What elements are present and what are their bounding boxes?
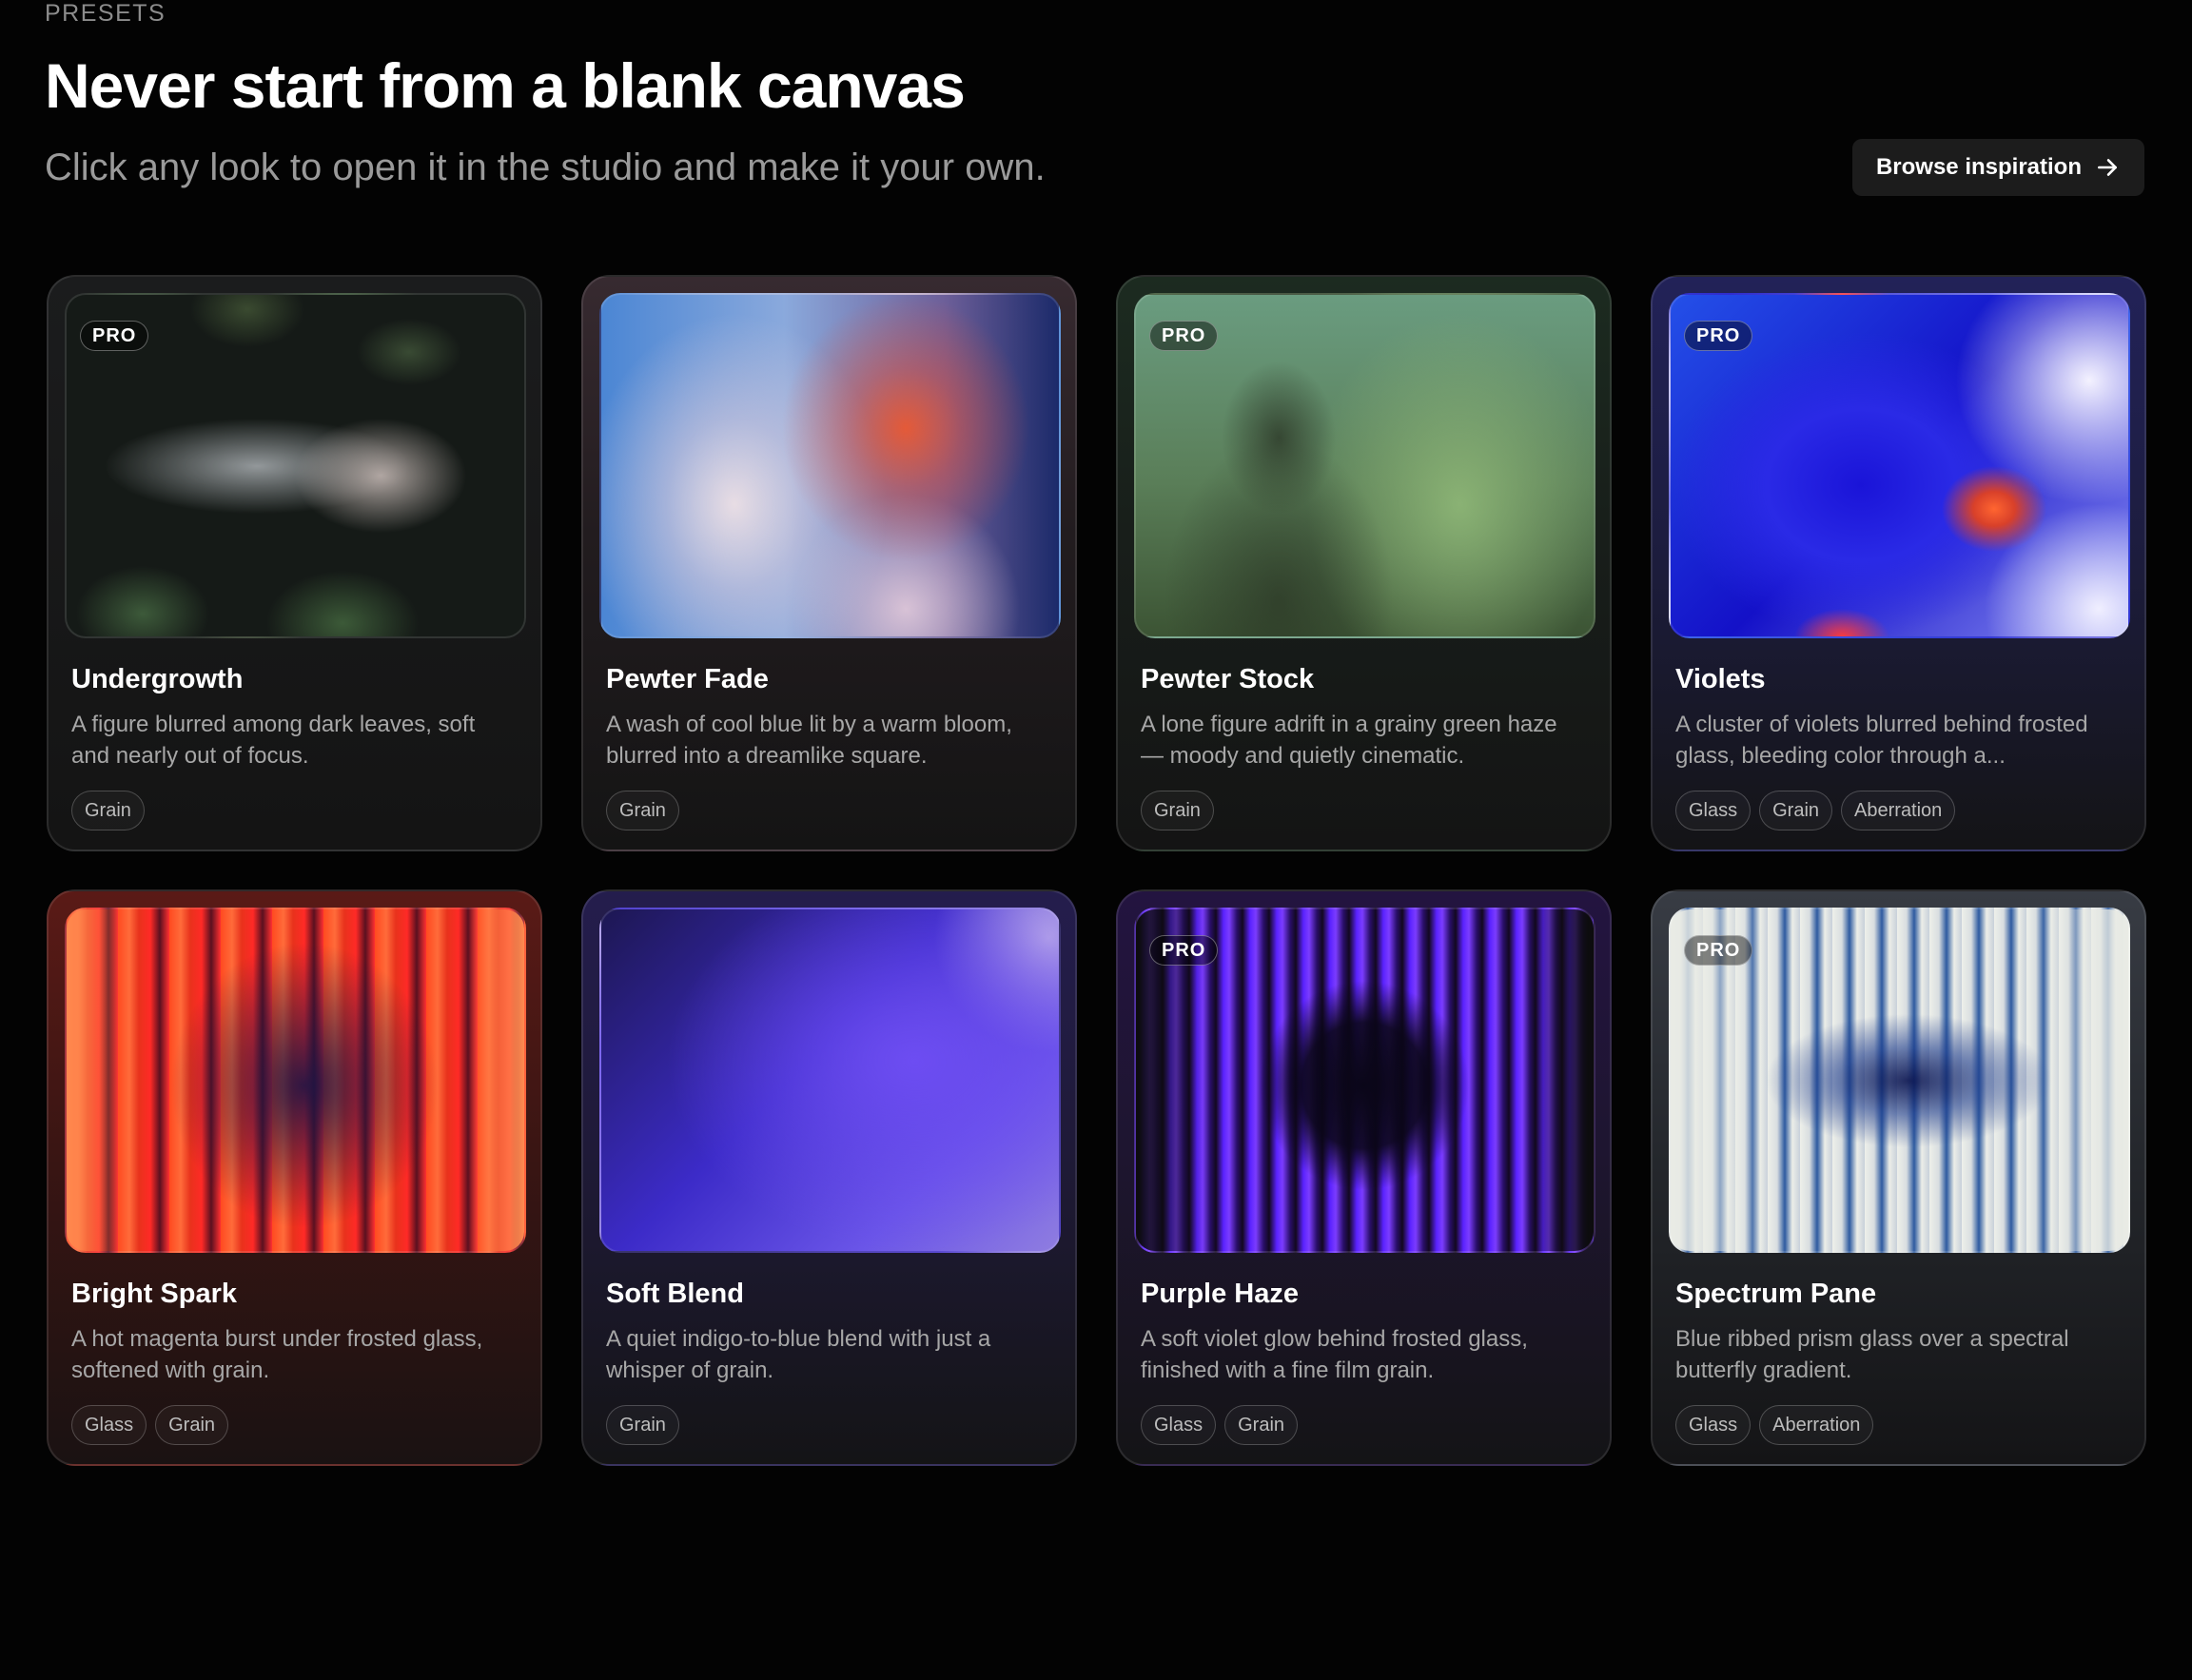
preset-title: Pewter Fade bbox=[606, 664, 769, 694]
preset-title: Spectrum Pane bbox=[1675, 1279, 1877, 1309]
preset-thumbnail bbox=[599, 908, 1061, 1253]
preset-description: A figure blurred among dark leaves, soft… bbox=[71, 712, 476, 769]
arrow-right-icon bbox=[2098, 159, 2117, 176]
preset-thumbnail: PRO bbox=[65, 293, 526, 638]
preset-card-spectrum-pane[interactable]: PRO Spectrum Pane Blue ribbed prism glas… bbox=[1651, 889, 2146, 1466]
preset-title: Undergrowth bbox=[71, 664, 244, 694]
pro-badge: PRO bbox=[1149, 321, 1219, 351]
preset-description: A quiet indigo-to-blue blend with just a… bbox=[606, 1326, 991, 1383]
preset-tags: Glass Grain bbox=[65, 1405, 524, 1445]
preset-description: A lone figure adrift in a grainy green h… bbox=[1141, 712, 1557, 769]
tag-chip: Aberration bbox=[1759, 1405, 1874, 1445]
preset-tags: Glass Grain bbox=[1134, 1405, 1594, 1445]
tag-chip: Grain bbox=[155, 1405, 229, 1445]
preset-grid: PRO Undergrowth A figure blurred among d… bbox=[47, 275, 2146, 1466]
preset-description: A hot magenta burst under frosted glass,… bbox=[71, 1326, 483, 1383]
presets-page: PRESETS Never start from a blank canvas … bbox=[0, 0, 2192, 1680]
preset-tags: Grain bbox=[599, 791, 1059, 830]
tag-chip: Grain bbox=[1759, 791, 1833, 830]
pro-badge: PRO bbox=[1149, 935, 1219, 966]
tag-chip: Glass bbox=[1675, 791, 1752, 830]
preset-title: Purple Haze bbox=[1141, 1279, 1299, 1309]
tag-chip: Grain bbox=[1224, 1405, 1299, 1445]
preset-thumbnail bbox=[599, 293, 1061, 638]
preset-card-undergrowth[interactable]: PRO Undergrowth A figure blurred among d… bbox=[47, 275, 542, 851]
tag-chip: Grain bbox=[606, 1405, 679, 1445]
preset-description: A soft violet glow behind frosted glass,… bbox=[1141, 1326, 1528, 1383]
pro-badge: PRO bbox=[1684, 935, 1753, 966]
preset-tags: Grain bbox=[599, 1405, 1059, 1445]
preset-card-pewter-stock[interactable]: PRO Pewter Stock A lone figure adrift in… bbox=[1116, 275, 1612, 851]
preset-description: Blue ribbed prism glass over a spectral … bbox=[1675, 1326, 2069, 1383]
preset-tags: Glass Aberration bbox=[1669, 1405, 2128, 1445]
preset-card-pewter-fade[interactable]: Pewter Fade A wash of cool blue lit by a… bbox=[581, 275, 1077, 851]
section-eyebrow: PRESETS bbox=[45, 0, 166, 27]
preset-thumbnail: PRO bbox=[1669, 293, 2130, 638]
preset-thumbnail: PRO bbox=[1134, 293, 1595, 638]
tag-chip: Glass bbox=[1675, 1405, 1752, 1445]
page-title: Never start from a blank canvas bbox=[45, 50, 966, 121]
tag-chip: Grain bbox=[1141, 791, 1214, 830]
pro-badge: PRO bbox=[80, 321, 149, 351]
browse-inspiration-label: Browse inspiration bbox=[1875, 154, 2082, 180]
tag-chip: Grain bbox=[606, 791, 679, 830]
tag-chip: Glass bbox=[71, 1405, 147, 1445]
preset-card-soft-blend[interactable]: Soft Blend A quiet indigo-to-blue blend … bbox=[581, 889, 1077, 1466]
preset-card-violets[interactable]: PRO Violets A cluster of violets blurred… bbox=[1651, 275, 2146, 851]
preset-card-bright-spark[interactable]: Bright Spark A hot magenta burst under f… bbox=[47, 889, 542, 1466]
page-subtitle: Click any look to open it in the studio … bbox=[45, 147, 1046, 188]
preset-thumbnail: PRO bbox=[1669, 908, 2130, 1253]
preset-card-purple-haze[interactable]: PRO Purple Haze A soft violet glow behin… bbox=[1116, 889, 1612, 1466]
tag-chip: Grain bbox=[71, 791, 145, 830]
preset-description: A wash of cool blue lit by a warm bloom,… bbox=[606, 712, 1012, 769]
preset-description: A cluster of violets blurred behind fros… bbox=[1675, 712, 2088, 769]
preset-title: Soft Blend bbox=[606, 1279, 744, 1309]
preset-thumbnail: PRO bbox=[1134, 908, 1595, 1253]
tag-chip: Aberration bbox=[1841, 791, 1956, 830]
preset-title: Bright Spark bbox=[71, 1279, 238, 1309]
tag-chip: Glass bbox=[1141, 1405, 1217, 1445]
preset-tags: Grain bbox=[1134, 791, 1594, 830]
pro-badge: PRO bbox=[1684, 321, 1753, 351]
preset-tags: Glass Grain Aberration bbox=[1669, 791, 2128, 830]
preset-title: Violets bbox=[1675, 664, 1766, 694]
preset-title: Pewter Stock bbox=[1141, 664, 1315, 694]
preset-thumbnail bbox=[65, 908, 526, 1253]
preset-tags: Grain bbox=[65, 791, 524, 830]
thumbnail-edge-fade bbox=[67, 909, 524, 1251]
browse-inspiration-button[interactable]: Browse inspiration bbox=[1851, 139, 2144, 196]
